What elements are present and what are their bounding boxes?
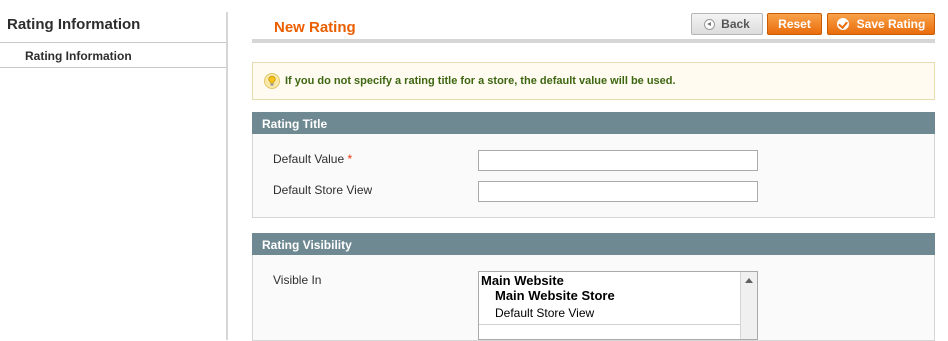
default-value-label: Default Value * [273,152,352,166]
header-divider [252,39,935,43]
sidebar-vertical-divider [226,12,228,340]
default-store-view-input[interactable] [478,181,758,202]
sidebar: Rating Information Rating Information [0,0,227,340]
visible-in-multiselect[interactable]: Main Website Main Website Store Default … [478,271,758,340]
rating-title-fieldset [252,134,935,218]
save-rating-button[interactable]: Save Rating [827,13,935,35]
back-arrow-icon [704,18,716,30]
rating-title-heading: Rating Title [252,112,935,134]
option-group-main-website: Main Website [481,273,564,288]
sidebar-item-rating-information[interactable]: Rating Information [0,43,227,68]
multiselect-divider [479,324,740,325]
multiselect-options: Main Website Main Website Store Default … [479,272,740,339]
back-button-label: Back [721,17,750,31]
save-button-label: Save Rating [856,17,926,31]
sidebar-item-label: Rating Information [25,49,132,63]
default-store-view-label: Default Store View [273,183,373,197]
multiselect-scrollbar[interactable] [740,272,757,339]
notice-text: If you do not specify a rating title for… [285,75,676,87]
rating-visibility-heading: Rating Visibility [252,233,935,255]
lightbulb-icon [264,73,280,89]
reset-button[interactable]: Reset [767,13,822,35]
back-button[interactable]: Back [691,13,763,35]
notice-message: If you do not specify a rating title for… [252,62,935,100]
page-title: New Rating [274,19,356,36]
sidebar-title: Rating Information [7,16,141,33]
default-value-input[interactable] [478,150,758,171]
scroll-up-icon[interactable] [745,278,753,283]
default-value-label-text: Default Value [273,152,345,166]
required-asterisk: * [347,152,353,166]
option-default-store-view[interactable]: Default Store View [495,306,594,320]
reset-button-label: Reset [778,17,811,31]
visible-in-label: Visible In [273,273,322,287]
option-group-main-website-store: Main Website Store [495,288,615,303]
checkmark-icon [836,18,849,30]
